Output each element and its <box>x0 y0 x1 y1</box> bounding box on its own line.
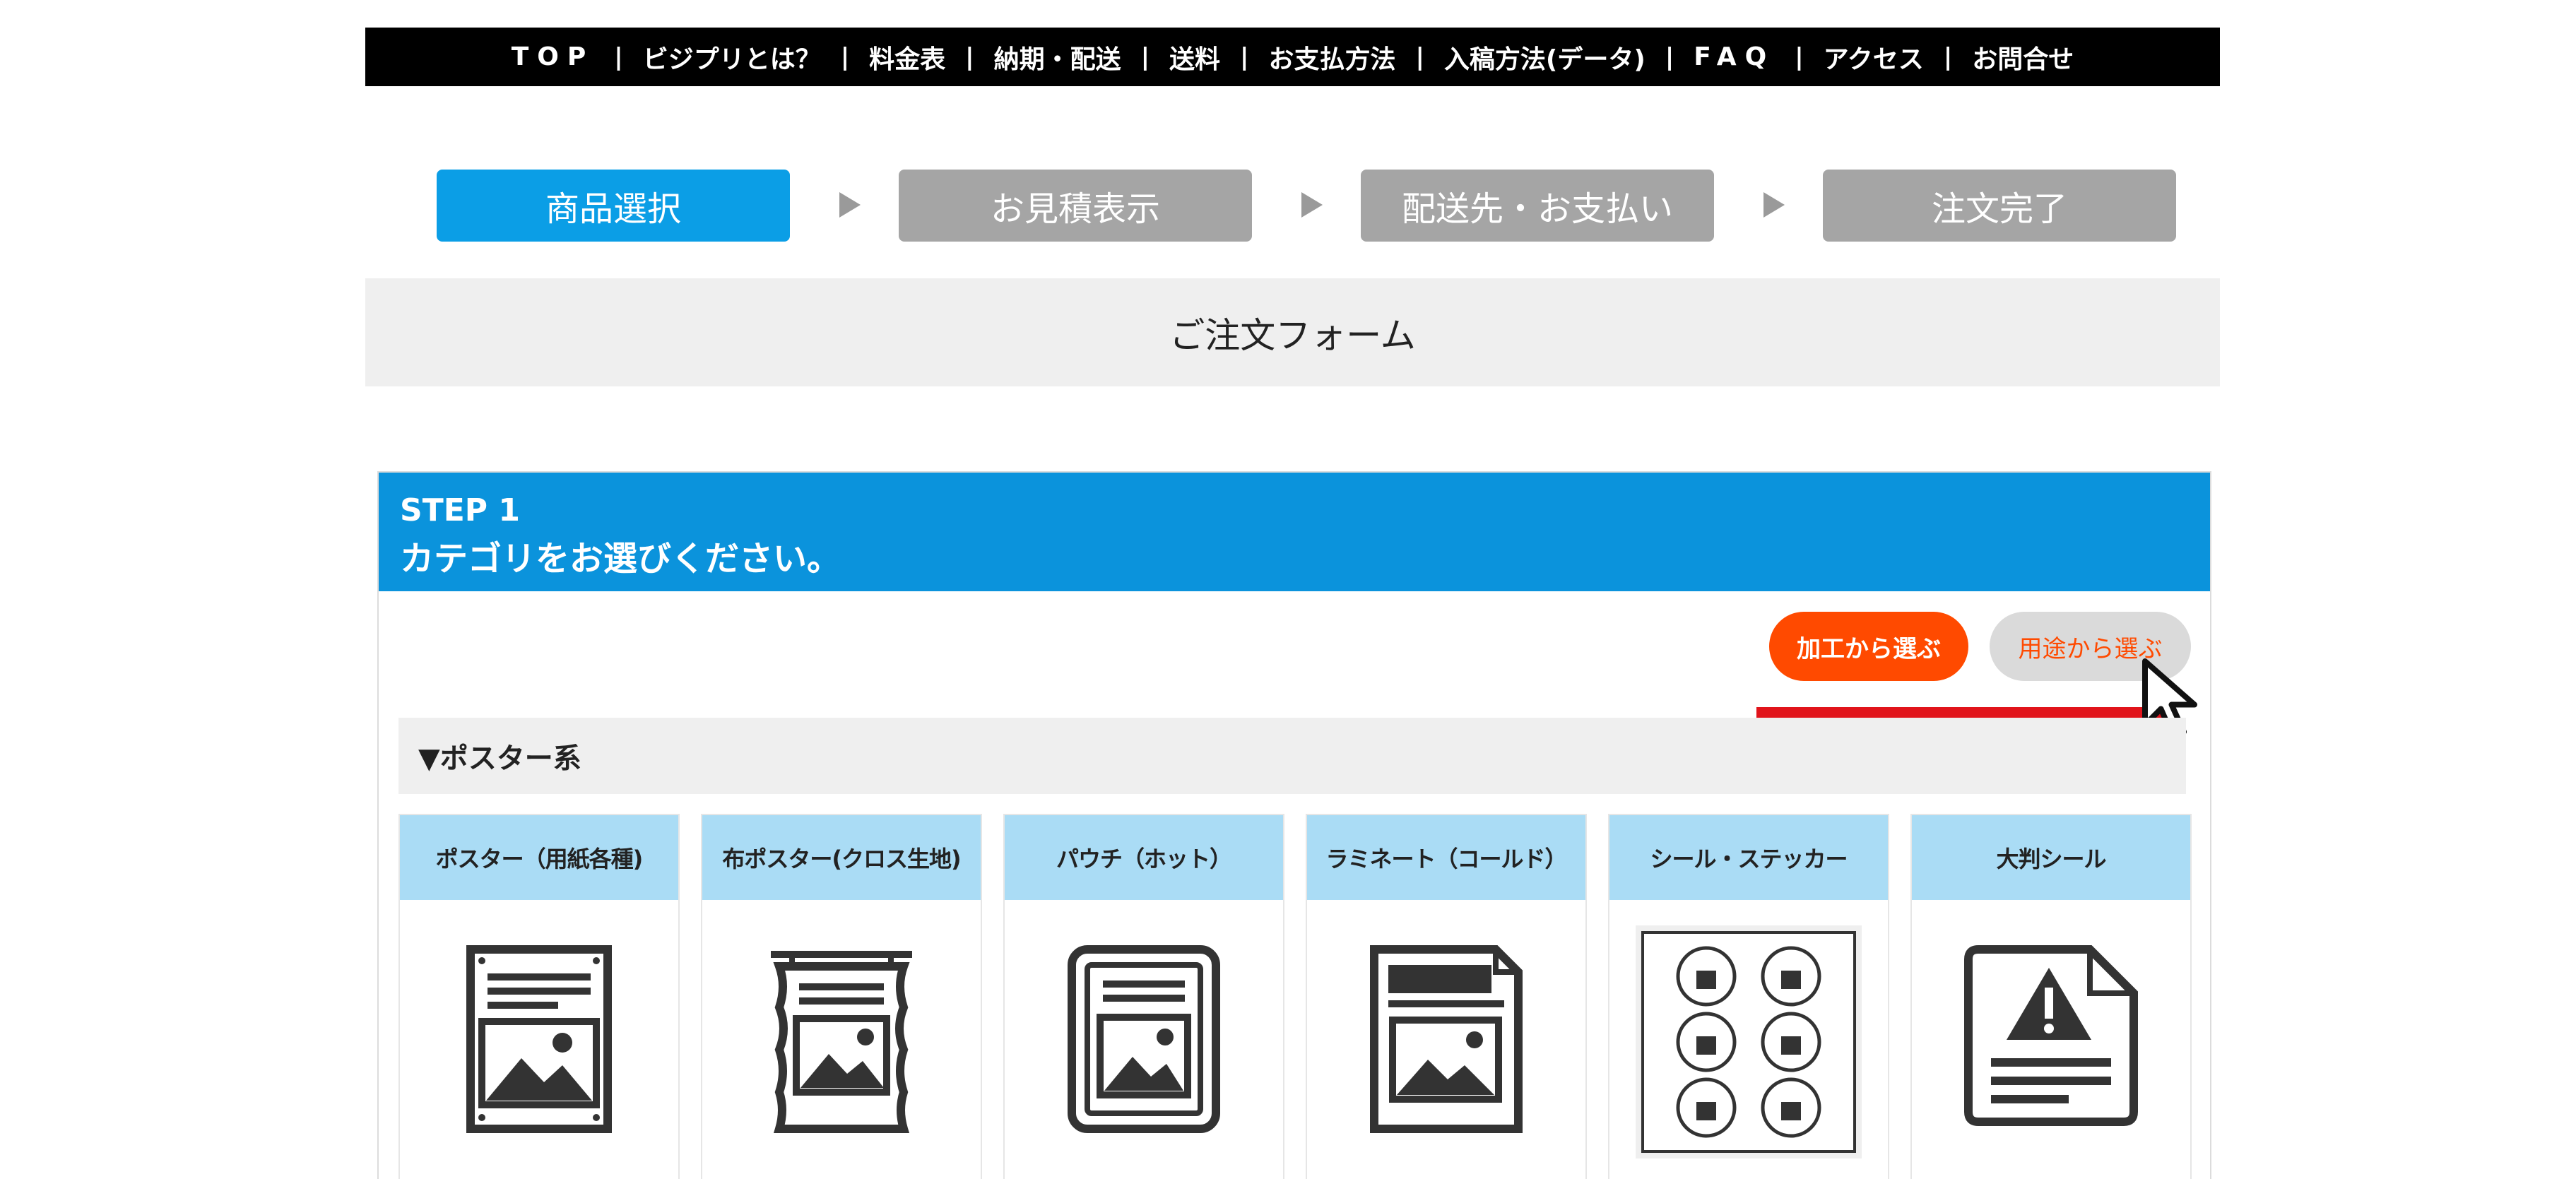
step1-panel: STEP 1 カテゴリをお選びください。 加工から選ぶ 用途から選ぶ ▼ポスター… <box>377 471 2211 1179</box>
product-card-poster[interactable]: ポスター（用紙各種) <box>398 814 680 1179</box>
nav-link-top[interactable]: TOP <box>512 42 595 71</box>
step-number: STEP 1 <box>400 492 520 528</box>
nav-link-delivery[interactable]: 納期・配送 <box>994 39 1121 76</box>
product-card-title: 大判シール <box>1912 815 2190 900</box>
nav-separator: | <box>840 42 850 71</box>
pouch-icon <box>1068 945 1220 1133</box>
step1-header: STEP 1 カテゴリをお選びください。 <box>379 473 2210 591</box>
nav-link-data-submission[interactable]: 入稿方法(データ) <box>1444 39 1646 76</box>
cloth-poster-icon <box>771 951 912 1133</box>
laminate-icon <box>1370 945 1523 1133</box>
step-instruction: カテゴリをお選びください。 <box>400 539 841 579</box>
product-card-sticker[interactable]: シール・ステッカー <box>1608 814 1889 1179</box>
nav-link-payment[interactable]: お支払方法 <box>1268 39 1395 76</box>
nav-separator: | <box>1665 42 1674 71</box>
progress-step-estimate: お見積表示 <box>899 170 1252 242</box>
nav-separator: | <box>1140 42 1150 71</box>
product-card-laminate[interactable]: ラミネート（コールド） <box>1306 814 1587 1179</box>
product-card-title: パウチ（ホット） <box>1005 815 1283 900</box>
product-card-pouch[interactable]: パウチ（ホット） <box>1003 814 1284 1179</box>
top-navigation: TOP | ビジプリとは？ | 料金表 | 納期・配送 | 送料 | お支払方法… <box>365 28 2220 86</box>
nav-link-about[interactable]: ビジプリとは？ <box>643 39 821 76</box>
step-arrow-icon <box>1301 192 1323 218</box>
nav-separator: | <box>965 42 974 71</box>
page-title: ご注文フォーム <box>365 278 2220 386</box>
nav-link-faq[interactable]: FAQ <box>1694 42 1775 71</box>
warning-sticker-icon <box>1964 945 2138 1126</box>
nav-separator: | <box>1795 42 1804 71</box>
nav-link-contact[interactable]: お問合せ <box>1972 39 2074 76</box>
nav-link-access[interactable]: アクセス <box>1824 39 1924 76</box>
progress-step-complete: 注文完了 <box>1823 170 2176 242</box>
product-card-title: シール・ステッカー <box>1609 815 1888 900</box>
progress-step-product-select: 商品選択 <box>437 170 790 242</box>
poster-icon <box>466 945 612 1133</box>
product-card-title: ポスター（用紙各種) <box>400 815 678 900</box>
step-arrow-icon <box>1763 192 1785 218</box>
product-card-title: ラミネート（コールド） <box>1307 815 1585 900</box>
category-header-poster: ▼ポスター系 <box>398 718 2186 794</box>
sticker-sheet-icon <box>1636 925 1862 1159</box>
nav-separator: | <box>1415 42 1424 71</box>
product-card-large-sticker[interactable]: 大判シール <box>1910 814 2192 1179</box>
product-card-cloth-poster[interactable]: 布ポスター(クロス生地) <box>701 814 982 1179</box>
step-arrow-icon <box>839 192 861 218</box>
select-by-process-button[interactable]: 加工から選ぶ <box>1769 612 1968 681</box>
progress-step-delivery-payment: 配送先・お支払い <box>1361 170 1714 242</box>
nav-link-shipping[interactable]: 送料 <box>1169 39 1220 76</box>
nav-link-price[interactable]: 料金表 <box>869 39 945 76</box>
product-card-title: 布ポスター(クロス生地) <box>702 815 981 900</box>
nav-separator: | <box>614 42 623 71</box>
nav-separator: | <box>1943 42 1953 71</box>
nav-separator: | <box>1240 42 1249 71</box>
